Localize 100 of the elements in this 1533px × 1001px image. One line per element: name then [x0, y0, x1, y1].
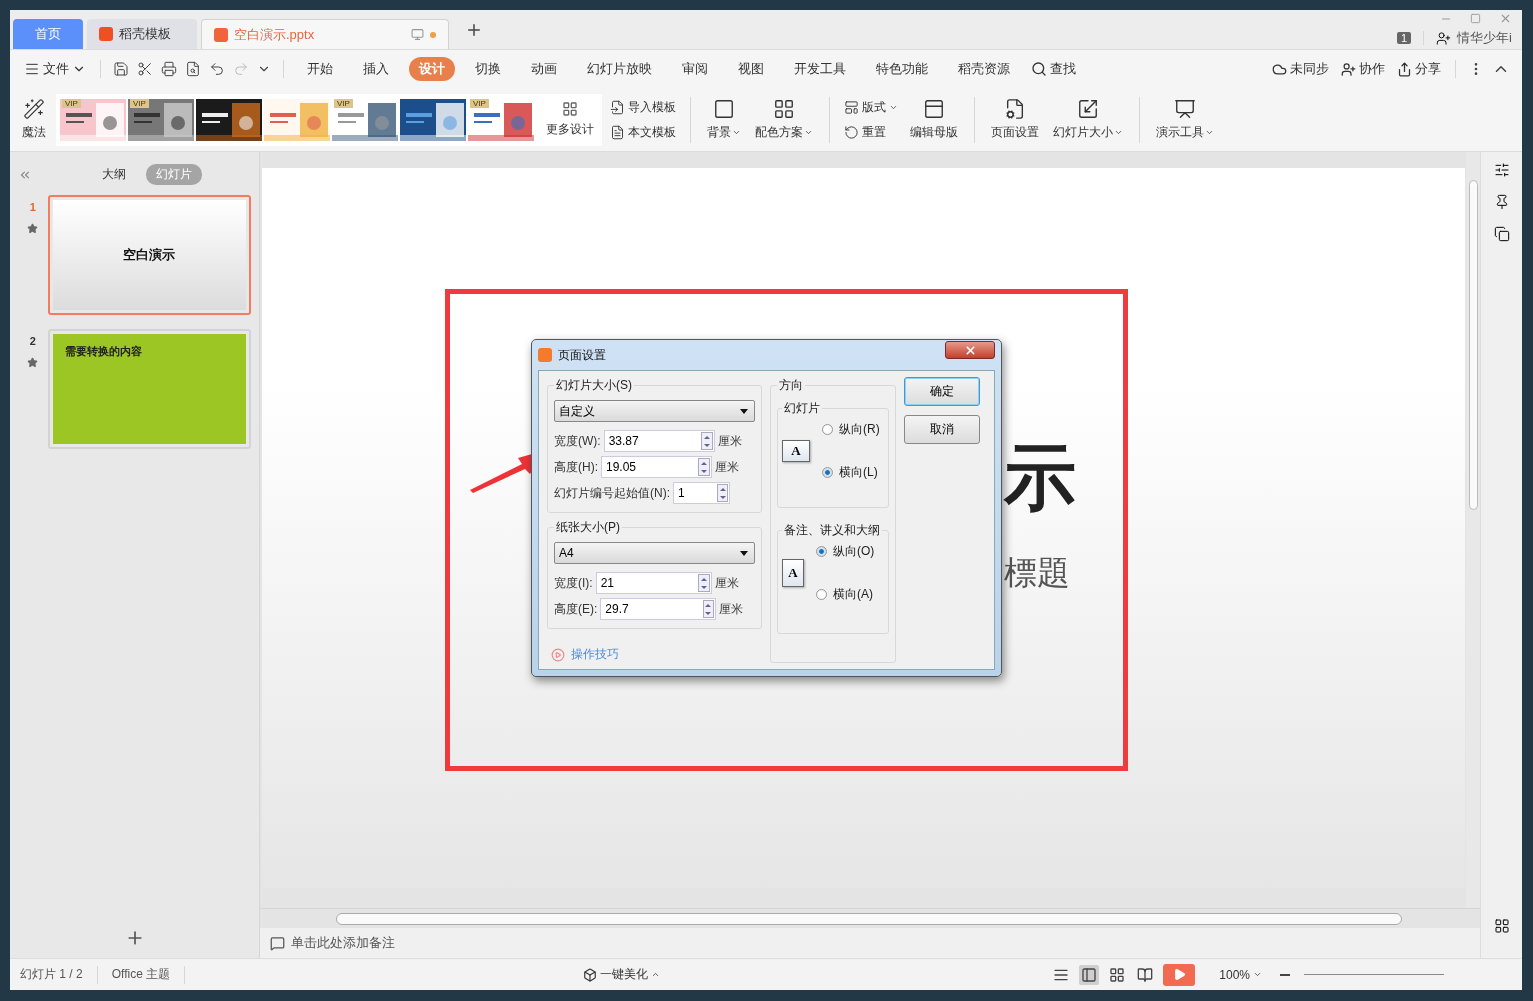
color-scheme-icon — [773, 98, 795, 120]
cube-icon — [582, 967, 597, 982]
spin-buttons[interactable] — [702, 600, 715, 618]
radio-option[interactable]: 横向(L) — [822, 464, 880, 481]
close-button[interactable] — [945, 341, 995, 359]
docer-logo-icon — [99, 27, 113, 41]
caret-icon — [1114, 128, 1123, 137]
share-button[interactable]: 分享 — [1393, 58, 1445, 80]
menu-tab[interactable]: 稻壳资源 — [948, 57, 1020, 81]
radio-option[interactable]: 纵向(R) — [822, 421, 880, 438]
menu-tab[interactable]: 幻灯片放映 — [577, 57, 662, 81]
unit-label: 厘米 — [717, 432, 742, 450]
menu-tab[interactable]: 动画 — [521, 57, 567, 81]
menu-tab[interactable]: 开始 — [297, 57, 343, 81]
presenter-tools-button[interactable]: 演示工具 — [1152, 96, 1218, 143]
spin-buttons[interactable] — [701, 432, 713, 450]
number-field[interactable]: 29.7 — [600, 598, 717, 620]
spin-buttons[interactable] — [717, 484, 728, 502]
template-thumbnail[interactable] — [196, 98, 262, 141]
import-template-icon — [610, 99, 625, 115]
print-button[interactable] — [159, 59, 179, 79]
menu-tab[interactable]: 特色功能 — [866, 57, 938, 81]
edit-master-button[interactable]: 编辑母版 — [906, 96, 962, 143]
menu-tab[interactable]: 插入 — [353, 57, 399, 81]
sync-button[interactable]: 未同步 — [1268, 58, 1333, 80]
group-label: 幻灯片 — [783, 400, 821, 417]
printer-icon — [161, 61, 177, 77]
body-template-icon — [610, 124, 625, 140]
slide-size-button[interactable]: 幻灯片大小 — [1049, 96, 1127, 143]
background-button[interactable]: 背景 — [703, 96, 745, 143]
beautify-button[interactable]: 一键美化 — [578, 964, 664, 985]
zoom-level[interactable]: 100% — [1215, 965, 1266, 984]
radio-option[interactable]: 横向(A) — [816, 586, 875, 603]
number-field[interactable]: 1 — [673, 482, 730, 504]
slide-counter: 幻灯片 1 / 2 — [20, 966, 83, 983]
copy-icon — [1493, 226, 1510, 242]
vip-badge: VIP — [334, 98, 353, 108]
template-thumbnail[interactable] — [400, 98, 466, 141]
menu-tab[interactable]: 视图 — [728, 57, 774, 81]
normal-view-button[interactable] — [1079, 964, 1100, 985]
slide-text: 需要转换的内容 — [64, 344, 142, 359]
vip-badge: VIP — [470, 98, 489, 108]
tips-icon — [551, 647, 565, 662]
unit-label: 厘米 — [715, 458, 739, 476]
paper-select[interactable]: A4 — [554, 542, 755, 564]
field-label: 宽度(W): — [554, 432, 601, 450]
search-icon — [1031, 61, 1047, 77]
grid-icon — [562, 101, 578, 117]
template-thumbnail[interactable] — [264, 98, 330, 141]
cancel-button[interactable]: 取消 — [904, 415, 980, 444]
star-icon — [27, 357, 39, 368]
template-thumbnail[interactable]: VIP — [128, 98, 194, 141]
caret-icon — [650, 970, 660, 979]
menu-tab[interactable]: 切换 — [465, 57, 511, 81]
number-field[interactable]: 19.05 — [601, 456, 712, 478]
more-designs-button[interactable]: 更多设计 — [542, 99, 598, 140]
save-button[interactable] — [111, 59, 131, 79]
reset-button[interactable]: 重置 — [842, 122, 900, 142]
notes-placeholder[interactable]: 单击此处添加备注 — [291, 934, 395, 952]
share-icon — [1397, 61, 1412, 77]
horizontal-scrollbar[interactable] — [260, 908, 1480, 928]
ok-button[interactable]: 确定 — [904, 377, 980, 406]
number-field[interactable]: 21 — [595, 572, 712, 594]
template-thumbnail[interactable]: VIP — [60, 98, 126, 141]
layout-button[interactable]: 版式 — [842, 97, 900, 117]
collaborate-button[interactable]: 协作 — [1337, 58, 1389, 80]
slideshow-button[interactable] — [1163, 963, 1196, 986]
search-button[interactable]: 查找 — [1027, 58, 1080, 80]
app-icon — [538, 348, 552, 362]
close-icon — [963, 343, 977, 357]
vip-badge: VIP — [62, 98, 81, 108]
dropdown-arrow-icon — [740, 550, 748, 556]
field-value: 33.87 — [608, 434, 701, 448]
size-select[interactable]: 自定义 — [554, 400, 755, 422]
import-template-button[interactable]: 导入模板 — [608, 97, 678, 117]
panel-tab[interactable]: 大纲 — [91, 164, 136, 185]
spin-buttons[interactable] — [697, 574, 710, 592]
file-menu[interactable]: 文件 — [20, 58, 90, 80]
menu-tab[interactable]: 审阅 — [672, 57, 718, 81]
slide-thumbnail[interactable]: 空白演示 — [47, 195, 251, 315]
field-label: 幻灯片编号起始值(N): — [554, 484, 670, 502]
presenter-tools-icon — [1174, 98, 1196, 120]
spin-buttons[interactable] — [698, 458, 710, 476]
tab[interactable]: 稻壳模板 — [87, 19, 197, 49]
color-scheme-button[interactable]: 配色方案 — [751, 96, 817, 143]
vertical-scrollbar[interactable] — [1466, 152, 1480, 908]
magic-button[interactable]: 魔法 — [18, 96, 50, 143]
number-field[interactable]: 33.87 — [603, 430, 715, 452]
slide-thumbnail[interactable]: 需要转换的内容 — [47, 329, 251, 449]
zoom-out-button[interactable] — [1280, 973, 1290, 976]
menu-tab[interactable]: 开发工具 — [784, 57, 856, 81]
page-setup-button[interactable]: 页面设置 — [987, 96, 1043, 143]
slide-title: 空白演示 — [123, 246, 176, 264]
radio-option[interactable]: 纵向(O) — [816, 543, 875, 560]
slide-number: 1 — [29, 201, 36, 213]
template-thumbnail[interactable]: VIP — [468, 98, 534, 141]
group-label: 方向 — [778, 377, 804, 394]
file-search-icon — [185, 61, 201, 77]
body-template-button[interactable]: 本文模板 — [608, 122, 678, 142]
template-thumbnail[interactable]: VIP — [332, 98, 398, 141]
